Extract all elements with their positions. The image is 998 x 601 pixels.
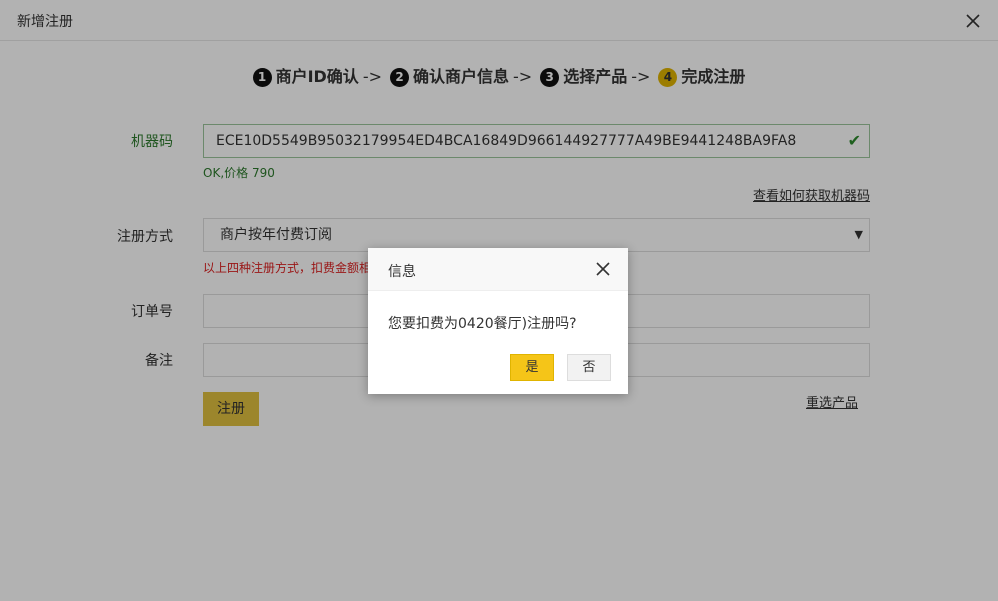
confirm-yes-button[interactable]: 是 [510,354,554,381]
confirm-dialog: 信息 您要扣费为0420餐厅)注册吗? 是 否 [368,248,628,394]
confirm-no-button[interactable]: 否 [567,354,611,381]
dialog-title: 信息 [388,264,416,280]
dialog-header: 信息 [368,248,628,291]
dialog-message: 您要扣费为0420餐厅)注册吗? [388,316,577,332]
close-icon[interactable] [596,262,610,276]
